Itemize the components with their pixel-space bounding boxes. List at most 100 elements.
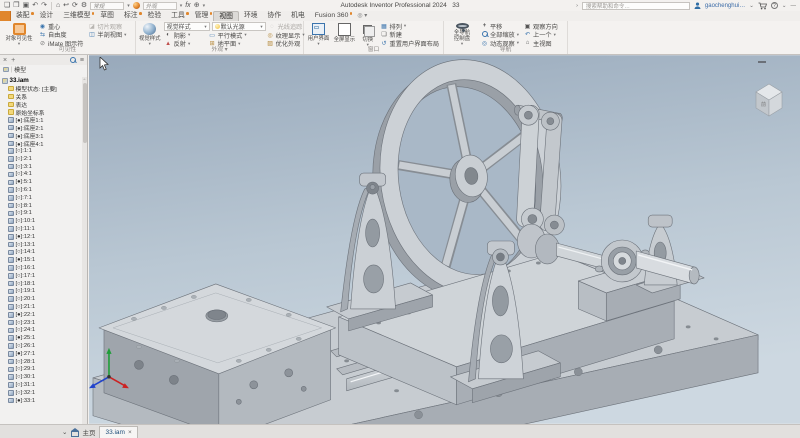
tree-item[interactable]: [●]:5:1 [2,178,82,186]
tree-item[interactable]: 模型状态: [主要] [2,85,82,93]
browser-search-icon[interactable] [70,57,76,63]
undo-icon[interactable]: ↶ [32,1,38,11]
arrange-button[interactable]: ▦ 排列▾ [380,22,441,31]
tree-item[interactable]: [○]:29:1 [2,365,82,373]
appearance-sphere-icon[interactable] [133,2,140,9]
tree-item[interactable]: [○]:26:1 [2,342,82,350]
look-at-button[interactable]: ▣ 观察方向 [523,22,559,31]
tab-机电[interactable]: 机电 [286,11,310,21]
chevron-down-icon[interactable]: ▾ [180,3,183,9]
tree-item[interactable]: [○]:13:1 [2,241,82,249]
tree-item[interactable]: [●]:25:1 [2,334,82,342]
tab-overflow-button[interactable]: ◎ ▾ [353,11,371,21]
degrees-of-freedom-button[interactable]: ⇆ 自由度 [38,31,84,40]
user-interface-button[interactable]: 用户界面 ▾ [307,22,330,46]
appearance-combo[interactable]: 外观 [143,2,177,10]
browser-add-pane-button[interactable]: + [11,57,15,64]
tab-视图[interactable]: 视图 [213,11,239,21]
lighting-style-combo[interactable]: 默认光源▾ [212,22,266,31]
orthographic-button[interactable]: ▭ 平行模式▾ [208,31,266,40]
previous-view-button[interactable]: ↶ 上一个▾ [523,31,559,40]
browser-close-button[interactable]: × [3,57,7,64]
graphics-viewport[interactable]: 前 [89,55,800,424]
tab-Fusion 360[interactable]: Fusion 360 [310,11,354,21]
new-window-button[interactable]: ❏ 新建 [380,31,441,40]
tree-item[interactable]: [●]:12:1 [2,233,82,241]
zoom-all-button[interactable]: 全部缩放▾ [480,31,520,40]
visual-style-button[interactable]: 视觉样式 ▾ [139,22,161,46]
new-file-icon[interactable]: ❏ [4,1,10,11]
tab-装配[interactable]: 装配 [11,11,35,21]
tab-设计[interactable]: 设计 [35,11,59,21]
signed-in-user[interactable]: gaochenghui… [705,3,745,9]
tab-三维模型[interactable]: 三维模型 [58,11,95,21]
tree-item[interactable]: [●]:22:1 [2,311,82,319]
browser-scrollbar[interactable]: ^ [82,77,87,424]
tree-item[interactable]: 关系 [2,93,82,101]
tab-协作[interactable]: 协作 [263,11,287,21]
tree-item[interactable]: [○]:1:1 [2,147,82,155]
tree-item[interactable]: [○]:19:1 [2,288,82,296]
tree-item[interactable]: [○]:32:1 [2,389,82,397]
help-icon[interactable]: ? [771,2,778,9]
return-icon[interactable]: ↩ [63,1,69,11]
tree-item[interactable]: [○]:23:1 [2,319,82,327]
view-cube[interactable]: 前 [748,79,790,123]
search-input[interactable]: 搜索帮助和命令… [582,2,690,10]
measure-icon[interactable]: ⊕ [194,1,200,11]
tab-检验[interactable]: 检验 [143,11,167,21]
tree-item[interactable]: [○]:16:1 [2,264,82,272]
object-visibility-button[interactable]: 对象可见性 ▾ [3,22,35,46]
visual-style-combo[interactable]: 视觉样式▾ [164,22,210,31]
qat-overflow-icon[interactable]: ▾ [203,3,206,9]
tree-item[interactable]: [○]:14:1 [2,249,82,257]
tree-item[interactable]: [○]:3:1 [2,163,82,171]
tree-item[interactable]: [●]:底座4:1 [2,139,82,147]
minimize-button[interactable]: — [791,3,797,9]
home-icon[interactable]: ⌂ [56,1,60,11]
tab-工具[interactable]: 工具 [166,11,190,21]
tree-item[interactable]: [○]:7:1 [2,194,82,202]
navigation-wheel-button[interactable]: 全导航控制盘 ▾ [447,22,477,46]
model-tree[interactable]: 33.iam模型状态: [主要]关系表达原始坐标系[●]:底座1:1[●]:底座… [0,77,82,424]
tree-item[interactable]: [○]:28:1 [2,358,82,366]
switch-windows-button[interactable]: 切换 ▾ [359,22,377,46]
chevron-down-icon[interactable]: ⌄ [782,3,787,9]
update-icon[interactable]: ⟳ [72,1,78,11]
tab-草图[interactable]: 草图 [95,11,119,21]
open-file-icon[interactable]: ❒ [13,1,19,11]
tree-item[interactable]: [○]:2:1 [2,155,82,163]
center-of-gravity-button[interactable]: ◉ 重心 [38,22,84,31]
model-canvas[interactable] [89,55,800,424]
browser-menu-icon[interactable]: ≡ [80,57,84,64]
tree-item[interactable]: [●]:27:1 [2,350,82,358]
tree-item[interactable]: [○]:30:1 [2,373,82,381]
tree-item[interactable]: [○]:9:1 [2,210,82,218]
scroll-up-icon[interactable]: ^ [82,77,87,82]
document-tab-active[interactable]: 33.iam × [99,426,137,438]
full-screen-button[interactable]: 全屏显示 [333,22,356,46]
material-combo[interactable]: 常规 [90,2,124,10]
home-tab[interactable]: 主页 [82,427,95,437]
tree-item[interactable]: [○]:11:1 [2,225,82,233]
tree-item[interactable]: [○]:31:1 [2,381,82,389]
tree-item[interactable]: [○]:8:1 [2,202,82,210]
scrollbar-thumb[interactable] [83,83,87,143]
home-tab-icon[interactable] [71,429,78,435]
cart-icon[interactable] [758,2,767,10]
canvas-minimize-dash[interactable] [758,61,766,63]
tab-环境[interactable]: 环境 [239,11,263,21]
tree-item[interactable]: [●]:33:1 [2,397,82,405]
pan-button[interactable]: + 平移 [480,22,520,31]
texture-display-button[interactable]: ◎ 纹理显示▾ [266,31,306,40]
close-tab-icon[interactable]: × [128,429,132,436]
tree-item[interactable]: [○]:6:1 [2,186,82,194]
collapse-chevron-icon[interactable]: ⌄ [62,428,67,436]
chevron-down-icon[interactable]: ⌄ [749,3,754,9]
redo-icon[interactable]: ↷ [41,1,47,11]
tree-item[interactable]: [○]:18:1 [2,280,82,288]
half-section-view-button[interactable]: ◫ 半剖视图▾ [87,31,127,40]
parameters-fx-button[interactable]: fx [185,1,190,11]
tree-item[interactable]: [○]:17:1 [2,272,82,280]
tree-item[interactable]: [○]:4:1 [2,171,82,179]
